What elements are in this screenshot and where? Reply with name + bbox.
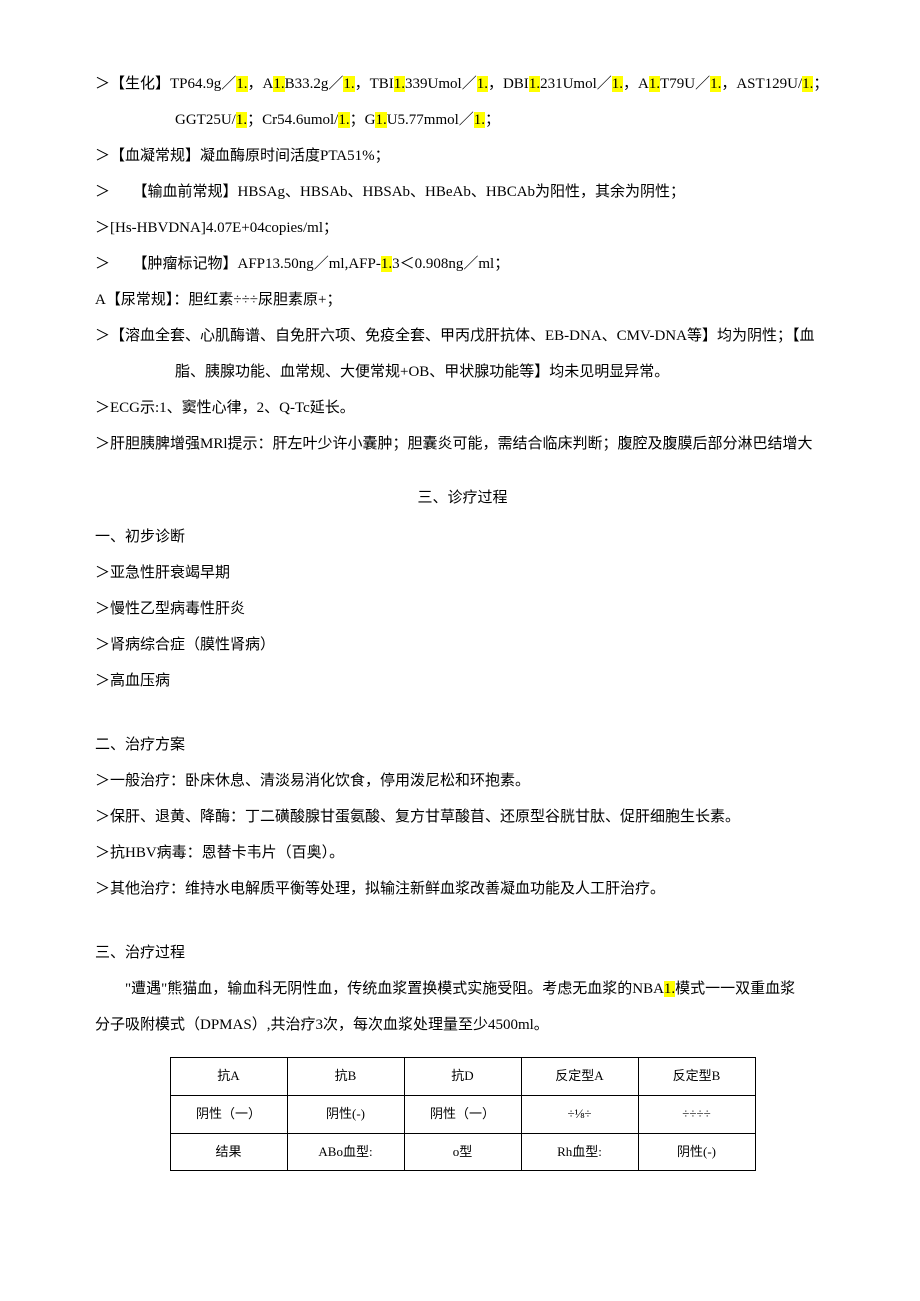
highlight: 1. — [394, 76, 405, 92]
text: B33.2g／ — [285, 76, 344, 92]
cell: 阴性(-) — [638, 1133, 755, 1171]
table-row: 阴性（一） 阴性(-) 阴性（一） ÷⅛÷ ÷÷÷÷ — [170, 1095, 755, 1133]
diagnosis-4: ＞高血压病 — [95, 669, 830, 693]
diagnosis-3: ＞肾病综合症（膜性肾病） — [95, 633, 830, 657]
mri-line: ＞肝胆胰脾增强MRl提示：肝左叶少许小囊肿；胆囊炎可能，需结合临床判断；腹腔及腹… — [95, 432, 830, 456]
highlight: 1. — [273, 76, 284, 92]
text: 模式一一双重血浆 — [675, 981, 795, 997]
highlight: 1. — [375, 112, 386, 128]
cell: o型 — [404, 1133, 521, 1171]
treatment-3: ＞抗HBV病毒：恩替卡韦片（百奥）。 — [95, 841, 830, 865]
tumor-marker-line: ＞ 【肿瘤标记物】AFP13.50ng／ml,AFP-1.3＜0.908ng／m… — [95, 252, 830, 276]
biochem-line-2: GGT25U/1.；Cr54.6umol/1.；G1.U5.77mmol／1.； — [95, 108, 830, 132]
highlight: 1. — [474, 112, 485, 128]
highlight: 1. — [236, 112, 247, 128]
text: ，AST129U/ — [721, 76, 802, 92]
cell: ÷⅛÷ — [521, 1095, 638, 1133]
text: GGT25U/ — [175, 112, 236, 128]
text: ；Cr54.6umol/ — [247, 112, 338, 128]
cell: 反定型A — [521, 1058, 638, 1096]
coagulation-line: ＞【血凝常规】凝血酶原时间活度PTA51%； — [95, 144, 830, 168]
cell: 抗A — [170, 1058, 287, 1096]
cell: ABo血型: — [287, 1133, 404, 1171]
highlight: 1. — [338, 112, 349, 128]
text: U5.77mmol／ — [387, 112, 474, 128]
subheading-2: 二、治疗方案 — [95, 733, 830, 757]
cell: 阴性（一） — [170, 1095, 287, 1133]
cell: 阴性（一） — [404, 1095, 521, 1133]
hemolysis-line: ＞【溶血全套、心肌酶谱、自免肝六项、免疫全套、甲丙戊肝抗体、EB-DNA、CMV… — [95, 324, 830, 348]
subheading-1: 一、初步诊断 — [95, 525, 830, 549]
diagnosis-1: ＞亚急性肝衰竭早期 — [95, 561, 830, 585]
text: ，TBI — [355, 76, 394, 92]
cell: Rh血型: — [521, 1133, 638, 1171]
text: "遭遇"熊猫血，输血科无阴性血，传统血浆置换模式实施受阻。考虑无血浆的NBA — [125, 981, 664, 997]
highlight: 1. — [381, 256, 392, 272]
table-row: 抗A 抗B 抗D 反定型A 反定型B — [170, 1058, 755, 1096]
text: ＞ 【肿瘤标记物】AFP13.50ng／ml,AFP- — [95, 256, 381, 272]
cell: 抗B — [287, 1058, 404, 1096]
process-paragraph-2: 分子吸附模式（DPMAS）,共治疗3次，每次血浆处理量至少4500ml。 — [95, 1013, 830, 1037]
text: ；G — [350, 112, 376, 128]
text: ，DBI — [488, 76, 529, 92]
hemolysis-line-2: 脂、胰腺功能、血常规、大便常规+OB、甲状腺功能等】均未见明显异常。 — [95, 360, 830, 384]
highlight: 1. — [529, 76, 540, 92]
treatment-2: ＞保肝、退黄、降酶：丁二磺酸腺甘蛋氨酸、复方甘草酸苜、还原型谷胱甘肽、促肝细胞生… — [95, 805, 830, 829]
highlight: 1. — [649, 76, 660, 92]
treatment-1: ＞一般治疗：卧床休息、清淡易消化饮食，停用泼尼松和环抱素。 — [95, 769, 830, 793]
text: 339Umol／ — [405, 76, 477, 92]
cell: ÷÷÷÷ — [638, 1095, 755, 1133]
biochem-line-1: ＞【生化】TP64.9g／1.，A1.B33.2g／1.，TBI1.339Umo… — [95, 72, 830, 96]
highlight: 1. — [477, 76, 488, 92]
text: ； — [485, 112, 500, 128]
process-paragraph: "遭遇"熊猫血，输血科无阴性血，传统血浆置换模式实施受阻。考虑无血浆的NBA1.… — [95, 977, 830, 1001]
cell: 反定型B — [638, 1058, 755, 1096]
urinalysis-line: A【尿常规】：胆红素÷÷÷尿胆素原+； — [95, 288, 830, 312]
ecg-line: ＞ECG示:1、窦性心律，2、Q-Tc延长。 — [95, 396, 830, 420]
text: ，A — [248, 76, 274, 92]
highlight: 1. — [236, 76, 247, 92]
text: ； — [813, 76, 828, 92]
text: 3＜0.908ng／ml； — [392, 256, 509, 272]
blood-type-table: 抗A 抗B 抗D 反定型A 反定型B 阴性（一） 阴性(-) 阴性（一） ÷⅛÷… — [170, 1057, 756, 1171]
table-row: 结果 ABo血型: o型 Rh血型: 阴性(-) — [170, 1133, 755, 1171]
transfusion-line: ＞ 【输血前常规】HBSAg、HBSAb、HBSAb、HBeAb、HBCAb为阳… — [95, 180, 830, 204]
cell: 抗D — [404, 1058, 521, 1096]
section-3-title: 三、诊疗过程 — [95, 486, 830, 510]
cell: 结果 — [170, 1133, 287, 1171]
hbvdna-line: ＞[Hs-HBVDNA]4.07E+04copies/ml； — [95, 216, 830, 240]
highlight: 1. — [343, 76, 354, 92]
text: ＞【生化】TP64.9g／ — [95, 76, 236, 92]
subheading-3: 三、治疗过程 — [95, 941, 830, 965]
highlight: 1. — [612, 76, 623, 92]
text: ，A — [623, 76, 649, 92]
treatment-4: ＞其他治疗：维持水电解质平衡等处理，拟输注新鲜血浆改善凝血功能及人工肝治疗。 — [95, 877, 830, 901]
cell: 阴性(-) — [287, 1095, 404, 1133]
text: T79U／ — [660, 76, 710, 92]
diagnosis-2: ＞慢性乙型病毒性肝炎 — [95, 597, 830, 621]
highlight: 1. — [802, 76, 813, 92]
highlight: 1. — [664, 981, 675, 997]
text: 231Umol／ — [540, 76, 612, 92]
highlight: 1. — [710, 76, 721, 92]
